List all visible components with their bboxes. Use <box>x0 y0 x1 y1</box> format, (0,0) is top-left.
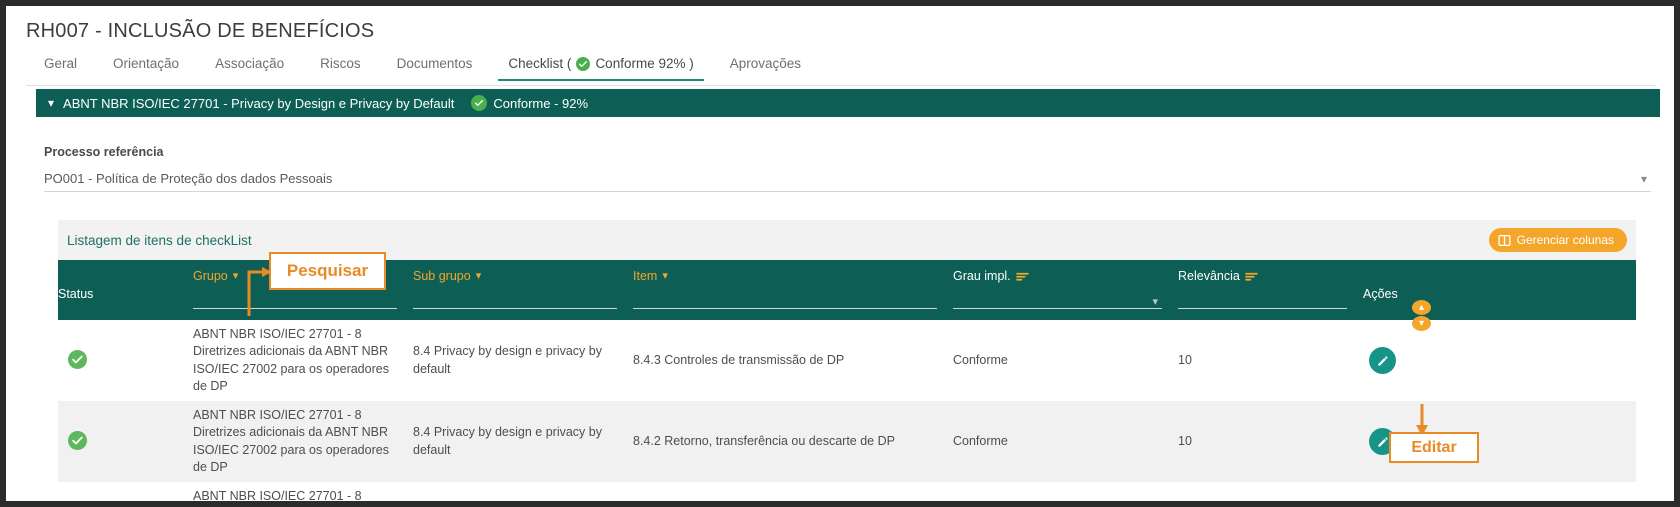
cell-relevancia: 10 <box>1178 433 1192 448</box>
column-label: Grupo <box>193 269 228 283</box>
tab-label: Geral <box>44 56 78 71</box>
cell-subgrupo: 8.4 Privacy by design e privacy by defau… <box>413 482 633 501</box>
cell-subgrupo: 8.4 Privacy by design e privacy by defau… <box>413 425 602 457</box>
cell-grupo: ABNT NBR ISO/IEC 27701 - 8 Diretrizes ad… <box>193 489 362 501</box>
column-label: Status <box>58 287 94 301</box>
chevron-down-icon[interactable]: ▾ <box>48 97 54 109</box>
manage-columns-button[interactable]: Gerenciar colunas <box>1488 228 1627 252</box>
tab-orientacao[interactable]: Orientação <box>95 54 197 81</box>
table-row[interactable]: ABNT NBR ISO/IEC 27701 - 8 Diretrizes ad… <box>58 482 1636 501</box>
tab-riscos[interactable]: Riscos <box>302 54 379 81</box>
column-label: Sub grupo <box>413 269 471 283</box>
column-label: Item <box>633 269 658 283</box>
tab-documentos[interactable]: Documentos <box>379 54 491 81</box>
table-row[interactable]: ABNT NBR ISO/IEC 27701 - 8 Diretrizes ad… <box>58 320 1636 401</box>
cell-grupo: ABNT NBR ISO/IEC 27701 - 8 Diretrizes ad… <box>193 327 389 393</box>
column-header-acoes: Ações <box>1363 260 1636 320</box>
process-reference-value: PO001 - Política de Proteção dos dados P… <box>44 171 333 186</box>
sort-control: ▴ ▾ <box>1412 300 1434 331</box>
tab-label: Documentos <box>396 56 473 71</box>
tab-label: Orientação <box>113 56 180 71</box>
cell-item: 8.4.3 Controles de transmissão de DP <box>633 352 845 367</box>
column-label: Grau impl. <box>953 269 1011 283</box>
tab-associacao[interactable]: Associação <box>197 54 302 81</box>
cell-item: 8.4.2 Retorno, transferência ou descarte… <box>633 433 895 448</box>
tab-label: Riscos <box>320 56 361 71</box>
item-search-input[interactable] <box>633 308 937 309</box>
filter-icon[interactable] <box>1015 272 1029 281</box>
pencil-icon <box>1377 355 1388 366</box>
chevron-down-icon: ▾ <box>1152 296 1158 308</box>
standard-title: ABNT NBR ISO/IEC 27701 - Privacy by Desi… <box>63 95 455 111</box>
column-header-relevancia[interactable]: Relevância <box>1178 260 1363 320</box>
cell-status <box>58 320 193 401</box>
cell-acoes <box>1363 320 1636 401</box>
check-circle-icon <box>471 95 488 111</box>
check-circle-icon <box>576 56 591 71</box>
pesquisar-annotation-label: Pesquisar <box>269 252 386 290</box>
cell-status <box>58 401 193 482</box>
tab-conformance-text: Conforme 92% ) <box>595 56 694 71</box>
column-header-grau-impl[interactable]: Grau impl. ▾ <box>953 260 1178 320</box>
tab-bar: Geral Orientação Associação Riscos Docum… <box>26 54 1656 86</box>
chevron-down-icon[interactable]: ▾ <box>1641 172 1651 186</box>
checklist-table: Status Grupo ▾ Sub grupo ▾ Item ▾ Grau i… <box>58 260 1636 501</box>
column-label: Ações <box>1363 287 1398 301</box>
column-header-item[interactable]: Item ▾ <box>633 260 953 320</box>
tab-divider <box>26 85 1656 86</box>
column-header-subgrupo[interactable]: Sub grupo ▾ <box>413 260 633 320</box>
cell-subgrupo: 8.4 Privacy by design e privacy by defau… <box>413 344 602 376</box>
check-circle-icon <box>68 349 87 369</box>
standard-banner[interactable]: ▾ ABNT NBR ISO/IEC 27701 - Privacy by De… <box>36 89 1660 117</box>
chevron-down-icon[interactable]: ▾ <box>662 270 668 282</box>
columns-icon <box>1498 234 1511 246</box>
cell-relevancia: 10 <box>1178 352 1192 367</box>
cell-grau-impl: Conforme <box>953 482 1178 501</box>
edit-button[interactable] <box>1369 347 1396 374</box>
column-label: Relevância <box>1178 269 1240 283</box>
process-field-label: Processo referência <box>44 145 164 159</box>
process-reference-select[interactable]: PO001 - Política de Proteção dos dados P… <box>44 166 1651 192</box>
chevron-down-icon[interactable]: ▾ <box>476 270 482 282</box>
tab-label: Associação <box>215 56 285 71</box>
tab-label: Aprovações <box>729 56 802 71</box>
editar-annotation-label: Editar <box>1389 432 1479 463</box>
cell-status <box>58 482 193 501</box>
app-window: RH007 - INCLUSÃO DE BENEFÍCIOS Geral Ori… <box>6 6 1674 501</box>
standard-status-label: Conforme - 92% <box>493 95 589 111</box>
pencil-icon <box>1377 436 1388 447</box>
sort-descending-button[interactable]: ▾ <box>1412 316 1431 331</box>
page-title: RH007 - INCLUSÃO DE BENEFÍCIOS <box>26 20 375 42</box>
tab-label: Checklist ( <box>508 56 572 71</box>
tab-aprovacoes[interactable]: Aprovações <box>712 54 819 81</box>
table-body: ABNT NBR ISO/IEC 27701 - 8 Diretrizes ad… <box>58 320 1636 501</box>
sort-ascending-button[interactable]: ▴ <box>1412 300 1431 315</box>
cell-grupo: ABNT NBR ISO/IEC 27701 - 8 Diretrizes ad… <box>193 408 389 474</box>
cell-grau-impl: Conforme <box>953 433 1008 448</box>
subgrupo-search-input[interactable] <box>413 308 617 309</box>
grupo-search-input[interactable] <box>193 308 397 309</box>
card-title: Listagem de itens de checkList <box>67 232 252 248</box>
cell-grau-impl: Conforme <box>953 352 1008 367</box>
manage-columns-label: Gerenciar colunas <box>1516 233 1614 247</box>
check-circle-icon <box>68 430 87 450</box>
column-header-status[interactable]: Status <box>58 260 193 320</box>
filter-icon[interactable] <box>1245 272 1258 281</box>
cell-item: 8.4.1 Arquivos temporários <box>633 482 953 501</box>
relevancia-search-input[interactable] <box>1178 308 1347 309</box>
grau-impl-filter-select[interactable]: ▾ <box>953 295 1162 309</box>
cell-relevancia: 10 <box>1178 482 1363 501</box>
chevron-down-icon[interactable]: ▾ <box>233 270 239 282</box>
cell-acoes <box>1363 482 1636 501</box>
tab-geral[interactable]: Geral <box>26 54 95 81</box>
tab-checklist[interactable]: Checklist ( Conforme 92% ) <box>490 54 711 81</box>
standard-status: Conforme - 92% <box>471 95 588 111</box>
